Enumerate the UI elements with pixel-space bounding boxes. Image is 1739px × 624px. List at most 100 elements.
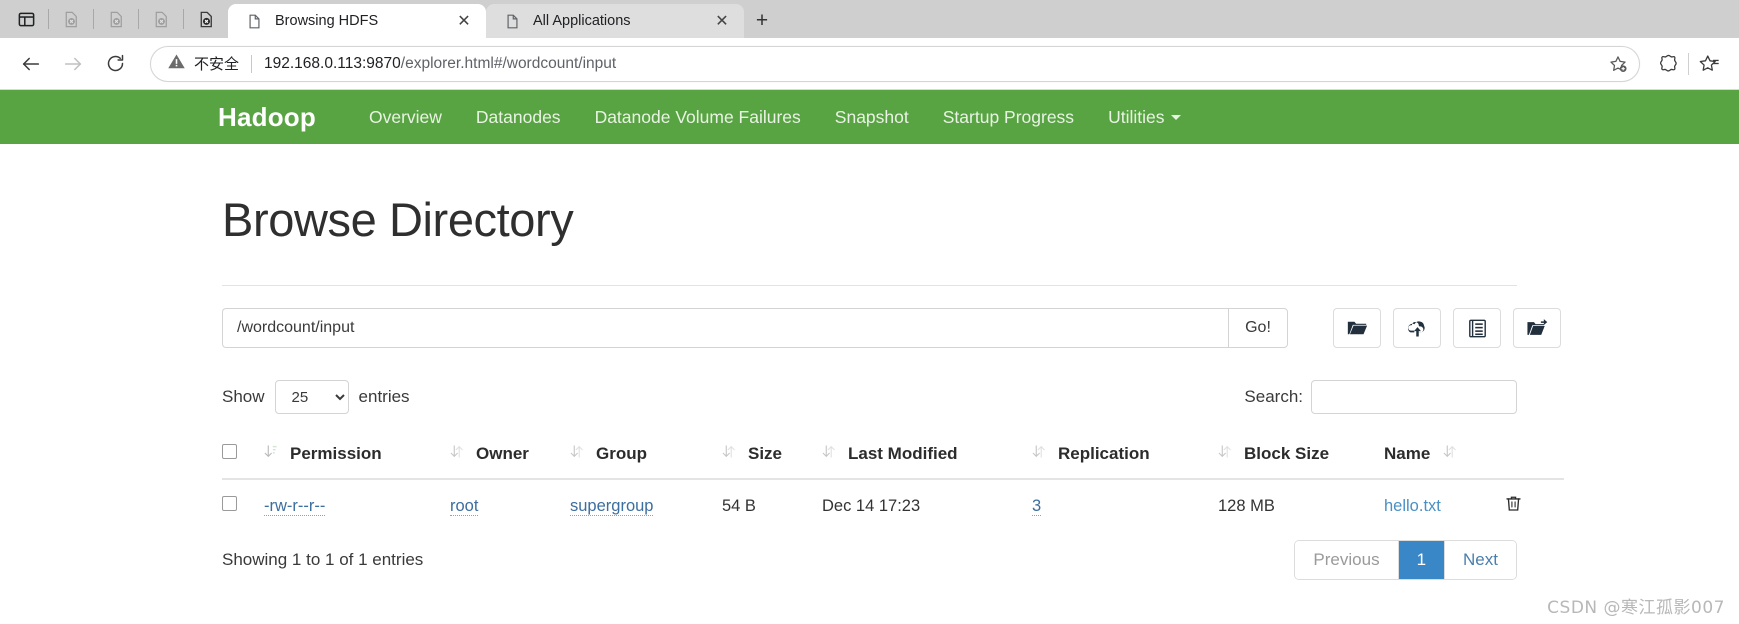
- column-name[interactable]: Name: [1384, 434, 1504, 479]
- create-directory-button[interactable]: [1333, 308, 1381, 348]
- showing-entries-text: Showing 1 to 1 of 1 entries: [222, 550, 423, 570]
- page-icon: [504, 13, 521, 30]
- row-checkbox[interactable]: [222, 496, 237, 511]
- not-secure-indicator[interactable]: 不安全: [167, 52, 239, 76]
- column-name-label: Name: [1384, 444, 1430, 464]
- omnibox-divider: [251, 55, 252, 73]
- files-table-body: -rw-r--r-- root supergroup 54 B Dec 14 1…: [222, 479, 1564, 532]
- entries-label: entries: [359, 387, 410, 407]
- tab-panel-icon[interactable]: [4, 0, 48, 38]
- address-bar[interactable]: 不安全 192.168.0.113:9870/explorer.html#/wo…: [150, 46, 1640, 82]
- files-table: Permission Owner: [222, 434, 1564, 532]
- sort-icon: [1218, 444, 1231, 464]
- url-path: /explorer.html#/wordcount/input: [401, 55, 616, 72]
- sleeping-tab-icon-4[interactable]: [184, 0, 228, 38]
- entries-per-page-select[interactable]: 25: [275, 380, 349, 414]
- table-header-row: Permission Owner: [222, 434, 1564, 479]
- reload-button[interactable]: [94, 43, 136, 85]
- path-input[interactable]: [222, 308, 1228, 348]
- tab-close-icon[interactable]: ✕: [452, 9, 476, 33]
- not-secure-label: 不安全: [194, 53, 239, 74]
- column-replication[interactable]: Replication: [1032, 434, 1218, 479]
- add-favorite-icon[interactable]: [1603, 49, 1633, 79]
- cell-delete: [1504, 479, 1564, 532]
- cell-block-size: 128 MB: [1218, 479, 1384, 532]
- column-group-label: Group: [596, 444, 647, 464]
- collapsed-tab-group: [4, 0, 228, 38]
- pagination-page-1[interactable]: 1: [1399, 541, 1445, 579]
- column-owner-label: Owner: [476, 444, 529, 464]
- cell-permission: -rw-r--r--: [264, 479, 450, 532]
- cell-group: supergroup: [570, 479, 722, 532]
- page-content: Browse Directory Go!: [0, 192, 1739, 580]
- column-size-label: Size: [748, 444, 782, 464]
- replication-link[interactable]: 3: [1032, 497, 1041, 516]
- column-block-size[interactable]: Block Size: [1218, 434, 1384, 479]
- sleeping-tab-icon-2[interactable]: [94, 0, 138, 38]
- tab-close-icon[interactable]: ✕: [710, 9, 734, 33]
- pagination: Previous 1 Next: [1294, 540, 1517, 580]
- file-name-link[interactable]: hello.txt: [1384, 497, 1441, 515]
- nav-link-utilities-label: Utilities: [1108, 107, 1164, 127]
- cut-paste-button[interactable]: [1513, 308, 1561, 348]
- hadoop-brand[interactable]: Hadoop: [218, 102, 316, 133]
- cell-replication: 3: [1032, 479, 1218, 532]
- search-control: Search:: [1244, 380, 1517, 414]
- nav-link-utilities[interactable]: Utilities: [1091, 107, 1198, 128]
- select-all-checkbox[interactable]: [222, 444, 237, 459]
- column-permission[interactable]: Permission: [264, 434, 450, 479]
- column-size[interactable]: Size: [722, 434, 822, 479]
- browser-toolbar: 不安全 192.168.0.113:9870/explorer.html#/wo…: [0, 38, 1739, 90]
- browser-chrome: Browsing HDFS ✕ All Applications ✕ +: [0, 0, 1739, 90]
- group-link[interactable]: supergroup: [570, 497, 653, 516]
- sort-icon: [570, 444, 583, 464]
- column-group[interactable]: Group: [570, 434, 722, 479]
- browser-tab-browsing-hdfs[interactable]: Browsing HDFS ✕: [228, 4, 486, 38]
- title-divider: [222, 285, 1517, 286]
- cell-name: hello.txt: [1384, 479, 1504, 532]
- favorites-icon[interactable]: [1689, 43, 1729, 85]
- upload-files-button[interactable]: [1393, 308, 1441, 348]
- table-row: -rw-r--r-- root supergroup 54 B Dec 14 1…: [222, 479, 1564, 532]
- snapshot-button[interactable]: [1453, 308, 1501, 348]
- row-select-cell: [222, 479, 264, 532]
- tab-strip: Browsing HDFS ✕ All Applications ✕ +: [0, 0, 1739, 38]
- column-replication-label: Replication: [1058, 444, 1150, 464]
- trash-icon[interactable]: [1504, 499, 1523, 517]
- search-input[interactable]: [1311, 380, 1517, 414]
- files-table-head: Permission Owner: [222, 434, 1564, 479]
- pagination-next[interactable]: Next: [1445, 541, 1516, 579]
- browser-tab-all-applications[interactable]: All Applications ✕: [486, 4, 744, 38]
- cell-size: 54 B: [722, 479, 822, 532]
- new-tab-button[interactable]: +: [744, 4, 780, 38]
- forward-button: [52, 43, 94, 85]
- browser-essentials-icon[interactable]: [1648, 43, 1688, 85]
- path-row: Go!: [222, 308, 1517, 348]
- sleeping-tab-icon-3[interactable]: [139, 0, 183, 38]
- watermark: CSDN @寒江孤影007: [1547, 593, 1725, 618]
- nav-link-overview[interactable]: Overview: [352, 107, 459, 128]
- warning-triangle-icon: [167, 52, 186, 76]
- tab-title: All Applications: [533, 13, 702, 29]
- nav-link-snapshot[interactable]: Snapshot: [818, 107, 926, 128]
- column-permission-label: Permission: [290, 444, 382, 464]
- column-block-size-label: Block Size: [1244, 444, 1329, 464]
- nav-link-datanodes[interactable]: Datanodes: [459, 107, 578, 128]
- go-button[interactable]: Go!: [1228, 308, 1288, 348]
- nav-link-datanode-volume-failures[interactable]: Datanode Volume Failures: [578, 107, 818, 128]
- owner-link[interactable]: root: [450, 497, 478, 516]
- sleeping-tab-icon-1[interactable]: [49, 0, 93, 38]
- sort-icon: [1032, 444, 1045, 464]
- pagination-previous[interactable]: Previous: [1295, 541, 1398, 579]
- column-owner[interactable]: Owner: [450, 434, 570, 479]
- permission-link[interactable]: -rw-r--r--: [264, 497, 325, 516]
- column-last-modified-label: Last Modified: [848, 444, 958, 464]
- sort-icon: [722, 444, 735, 464]
- cell-owner: root: [450, 479, 570, 532]
- hadoop-navbar: Hadoop Overview Datanodes Datanode Volum…: [0, 90, 1739, 144]
- url-text: 192.168.0.113:9870/explorer.html#/wordco…: [264, 55, 616, 73]
- nav-link-startup-progress[interactable]: Startup Progress: [926, 107, 1091, 128]
- back-button[interactable]: [10, 43, 52, 85]
- column-last-modified[interactable]: Last Modified: [822, 434, 1032, 479]
- cell-last-modified: Dec 14 17:23: [822, 479, 1032, 532]
